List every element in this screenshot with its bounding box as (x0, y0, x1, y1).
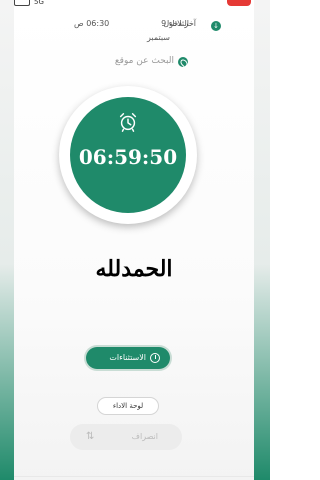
clock-icon (150, 353, 160, 363)
main-card: ↓ آخر دخول الثلاثاء 9 سبتمبر 06:30 ص الب… (14, 8, 254, 480)
date-label: الثلاثاء 9 (161, 19, 189, 28)
search-label: البحث عن موقع (114, 56, 174, 66)
location-leaf-icon (178, 57, 188, 67)
bottom-divider (14, 476, 254, 477)
clock-time: 06:59:50 (78, 145, 178, 169)
battery-icon (14, 0, 30, 6)
leave-label: انصراف (131, 432, 158, 441)
location-search[interactable]: البحث عن موقع (84, 56, 204, 70)
performance-board-button[interactable]: لوحة الاداء (97, 397, 159, 415)
status-indicator (227, 0, 251, 6)
month-label: سبتمبر (147, 33, 170, 42)
network-label: 5G (34, 0, 44, 6)
exceptions-button[interactable]: الاستثناءات (86, 347, 170, 369)
background-right (254, 0, 270, 480)
leave-button[interactable]: انصراف ⇅ (70, 424, 182, 450)
info-icon[interactable]: ↓ (211, 21, 221, 31)
swap-arrows-icon: ⇅ (86, 431, 95, 442)
status-bar: 5G (0, 0, 270, 8)
greeting-text: الحمدلله (95, 256, 173, 282)
clock-circle: 06:59:50 (59, 86, 197, 224)
clock-inner: 06:59:50 (70, 97, 186, 213)
background-left (0, 0, 14, 480)
last-login-row: ↓ آخر دخول الثلاثاء 9 سبتمبر 06:30 ص (14, 13, 254, 45)
exceptions-label: الاستثناءات (109, 353, 146, 362)
time-label: 06:30 ص (74, 19, 110, 28)
alarm-clock-icon (119, 113, 137, 132)
